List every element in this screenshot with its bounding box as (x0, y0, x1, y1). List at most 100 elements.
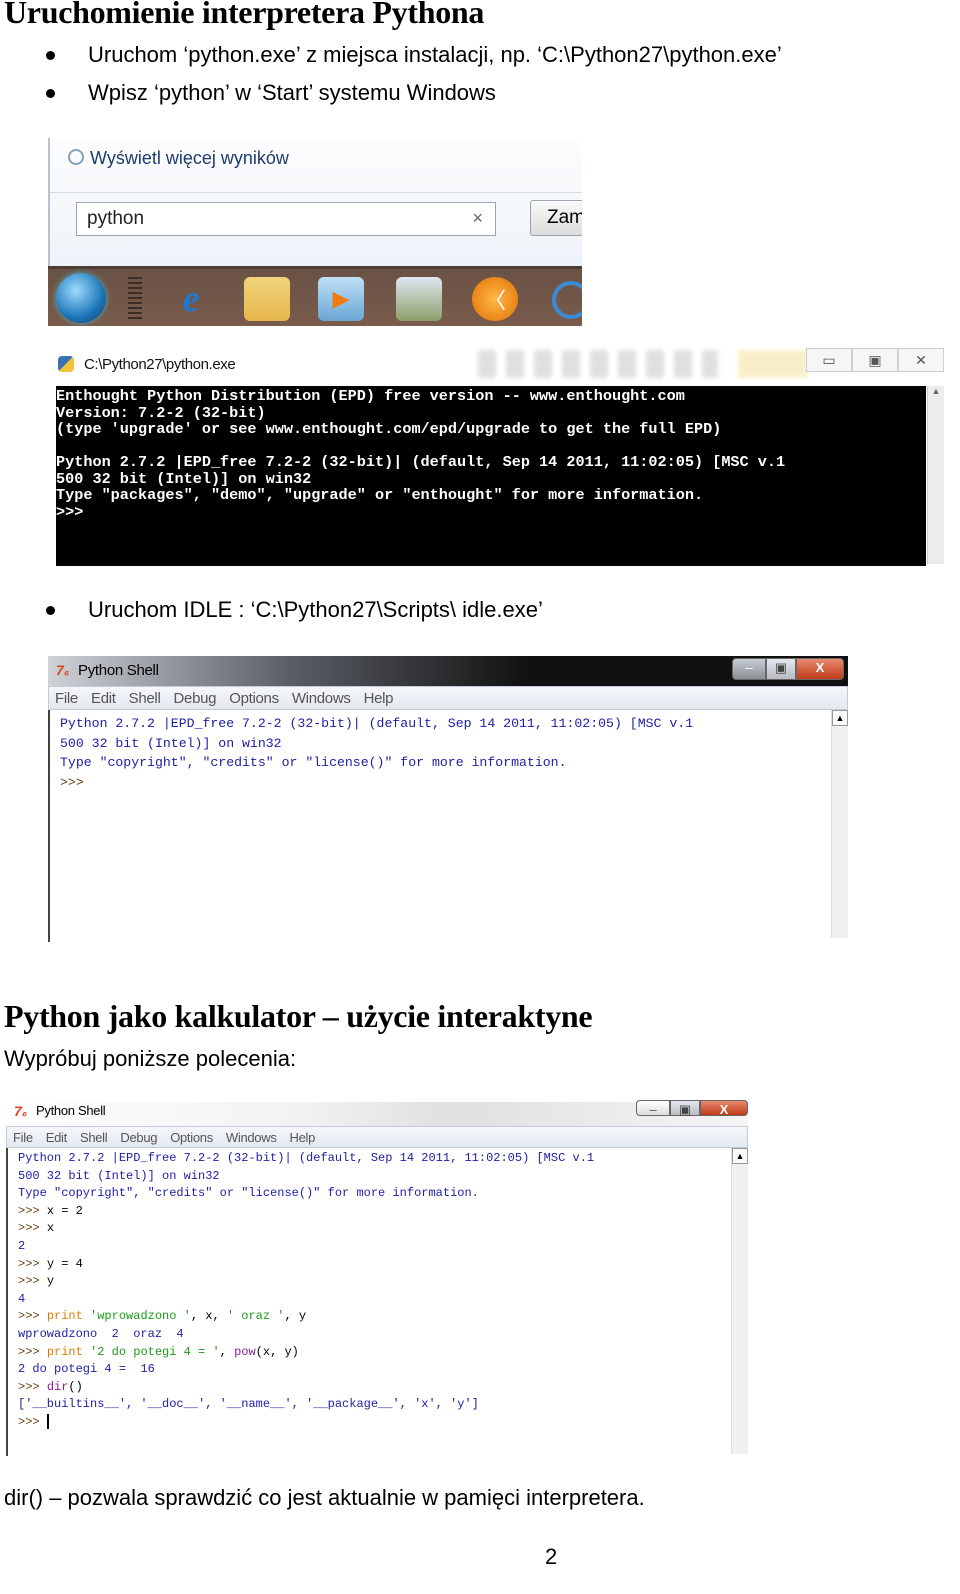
maximize-button[interactable]: ▣ (766, 658, 796, 680)
shell-input-line: >>> y (18, 1274, 55, 1289)
idle-shell-text[interactable]: Python 2.7.2 |EPD_free 7.2-2 (32-bit)| (… (48, 710, 840, 942)
menu-shell[interactable]: Shell (80, 1130, 108, 1145)
window-controls: – ▣ X (732, 658, 844, 680)
bullet-item: Wpisz ‘python’ w ‘Start’ systemu Windows (44, 74, 782, 112)
shell-output-line: 4 (18, 1291, 26, 1306)
more-results-link[interactable]: Wyświetl więcej wyników (68, 148, 289, 169)
clear-icon[interactable]: × (472, 208, 483, 229)
scroll-up-icon[interactable]: ▲ (732, 1148, 748, 1164)
shell-line: Python 2.7.2 |EPD_free 7.2-2 (32-bit)| (… (60, 716, 694, 731)
blurred-background (478, 350, 718, 378)
console-prompt: >>> (56, 502, 84, 521)
start-search-input[interactable] (85, 207, 449, 231)
internet-explorer-icon[interactable]: e (168, 277, 214, 321)
idle-menubar: File Edit Shell Debug Options Windows He… (48, 686, 848, 710)
page-number: 2 (545, 1544, 558, 1569)
more-results-label: Wyświetl więcej wyników (90, 148, 289, 168)
shell-input-line: >>> y = 4 (18, 1256, 83, 1271)
bullet-list-launch: Uruchom ‘python.exe’ z miejsca instalacj… (44, 36, 782, 112)
section-heading-calculator: Python jako kalkulator – użycie interakt… (4, 998, 593, 1034)
bullet-text: Wpisz ‘python’ w ‘Start’ systemu Windows (88, 80, 496, 105)
menu-file[interactable]: File (13, 1130, 33, 1145)
close-button[interactable]: ✕ (898, 348, 944, 372)
menu-edit[interactable]: Edit (46, 1130, 68, 1145)
menu-shell[interactable]: Shell (129, 690, 161, 707)
menu-debug[interactable]: Debug (120, 1130, 157, 1145)
shell-input-line: >>> x = 2 (18, 1203, 83, 1218)
tk-icon: 7₆ (14, 1103, 28, 1119)
minimize-button[interactable]: – (732, 658, 766, 680)
bullet-dot (46, 89, 55, 98)
idle-menubar: File Edit Shell Debug Options Windows He… (6, 1126, 748, 1148)
shell-prompt: >>> (60, 774, 84, 790)
shell-input-line: >>> print 'wprowadzono ', x, ' oraz ', y (18, 1309, 307, 1324)
shell-active-prompt: >>> (18, 1414, 49, 1430)
windows-start-orb-icon[interactable] (56, 273, 106, 323)
menu-windows[interactable]: Windows (226, 1130, 277, 1145)
idle-shell-text[interactable]: Python 2.7.2 |EPD_free 7.2-2 (32-bit)| (… (6, 1148, 738, 1456)
close-button[interactable]: X (796, 658, 844, 680)
scroll-up-icon[interactable]: ▲ (928, 386, 944, 396)
intro-text: Wypróbuj poniższe polecenia: (4, 1046, 297, 1071)
shell-line: Type "copyright", "credits" or "license(… (18, 1186, 479, 1201)
search-icon (68, 149, 84, 165)
menu-help[interactable]: Help (364, 690, 394, 707)
bullet-dot (46, 51, 55, 60)
shell-line: Type "copyright", "credits" or "license(… (60, 755, 567, 770)
media-app-icon[interactable]: 〈 (472, 277, 518, 321)
file-explorer-icon[interactable] (244, 277, 290, 321)
maximize-button[interactable]: ▣ (670, 1100, 700, 1117)
minimize-button[interactable]: ▭ (806, 348, 852, 372)
idle-scrollbar[interactable]: ▲ (731, 1148, 748, 1454)
text-cursor (46, 1414, 49, 1430)
console-titlebar: C:\Python27\python.exe ▭ ▣ ✕ (48, 344, 944, 386)
shell-line: 500 32 bit (Intel)] on win32 (18, 1168, 220, 1183)
console-title: C:\Python27\python.exe (84, 356, 236, 373)
start-menu-screenshot: Wyświetl więcej wyników × Zam e ▶ 〈 (48, 138, 582, 326)
menu-debug[interactable]: Debug (174, 690, 217, 707)
bullet-text: Uruchom ‘python.exe’ z miejsca instalacj… (88, 42, 782, 67)
bullet-list-idle: Uruchom IDLE : ‘C:\Python27\Scripts\ idl… (44, 591, 543, 629)
shell-input-line: >>> dir() (18, 1379, 83, 1394)
taskbar: e ▶ 〈 (48, 266, 582, 326)
app-icon[interactable] (552, 281, 582, 319)
shell-output-line: wprowadzono 2 oraz 4 (18, 1326, 184, 1341)
maximize-button[interactable]: ▣ (852, 348, 898, 372)
close-button[interactable]: X (700, 1100, 748, 1117)
menu-help[interactable]: Help (290, 1130, 316, 1145)
taskbar-grip-icon[interactable] (128, 277, 142, 321)
shell-output-line: 2 (18, 1238, 26, 1253)
idle-shell-window-session: 7₆ Python Shell – ▣ X File Edit Shell De… (6, 1100, 748, 1456)
python-console-window: C:\Python27\python.exe ▭ ▣ ✕ Enthought P… (48, 344, 944, 566)
start-menu-panel: Wyświetl więcej wyników × Zam (48, 138, 582, 266)
menu-file[interactable]: File (55, 690, 78, 707)
menu-options[interactable]: Options (170, 1130, 213, 1145)
start-search-box[interactable]: × (76, 202, 496, 236)
python-icon (58, 356, 74, 372)
console-scrollbar[interactable]: ▲ (927, 386, 944, 564)
scroll-up-icon[interactable]: ▲ (832, 710, 848, 726)
idle-scrollbar[interactable]: ▲ (831, 710, 848, 938)
minimize-button[interactable]: – (636, 1100, 670, 1117)
photo-gallery-icon[interactable] (396, 277, 442, 321)
shell-output-line: ['__builtins__', '__doc__', '__name__', … (18, 1397, 479, 1412)
console-line: Type "packages", "demo", "upgrade" or "e… (56, 486, 704, 504)
window-controls: – ▣ X (636, 1100, 748, 1117)
section-heading-interpreter: Uruchomienie interpretera Pythona (4, 0, 485, 30)
window-controls: ▭ ▣ ✕ (806, 348, 944, 372)
shutdown-button[interactable]: Zam (530, 200, 582, 236)
shell-input-line: >>> x (18, 1221, 55, 1236)
shell-line: Python 2.7.2 |EPD_free 7.2-2 (32-bit)| (… (18, 1151, 595, 1165)
media-player-icon[interactable]: ▶ (318, 277, 364, 321)
menu-edit[interactable]: Edit (91, 690, 116, 707)
idle-titlebar: 7₆ Python Shell – ▣ X (48, 656, 848, 686)
dir-explanation: dir() – pozwala sprawdzić co jest aktual… (4, 1485, 645, 1510)
idle-shell-window: 7₆ Python Shell – ▣ X File Edit Shell De… (48, 656, 848, 942)
menu-options[interactable]: Options (229, 690, 279, 707)
idle-titlebar: 7₆ Python Shell – ▣ X (6, 1100, 748, 1126)
console-output[interactable]: Enthought Python Distribution (EPD) free… (56, 386, 926, 566)
blurred-background (738, 350, 808, 378)
menu-windows[interactable]: Windows (292, 690, 351, 707)
bullet-dot (46, 606, 55, 615)
